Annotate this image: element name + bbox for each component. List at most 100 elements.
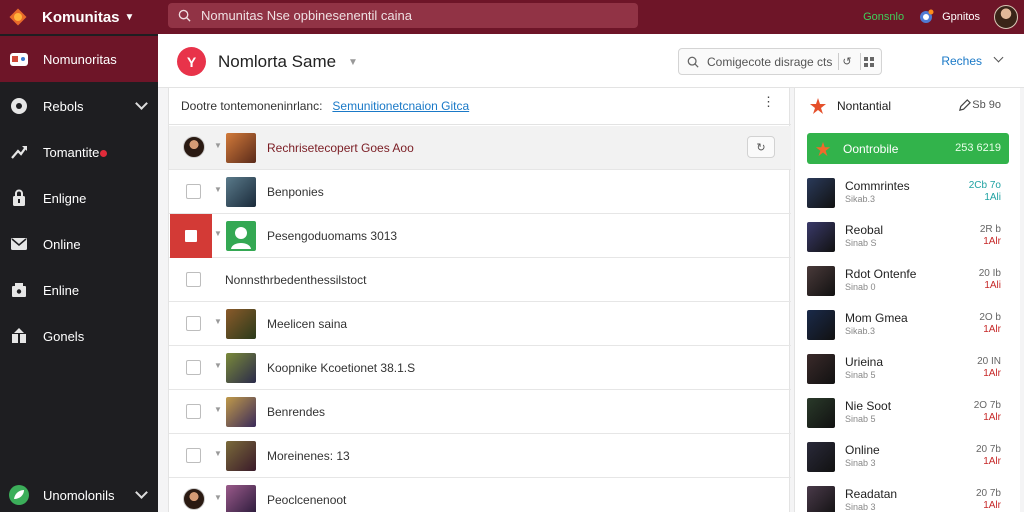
game-thumbnail [807,266,835,296]
item-subtitle: Sikab.3 [845,326,876,336]
item-value-primary: 2O b [979,312,1001,323]
row-action-button[interactable]: ↻ [747,136,775,158]
avatar [183,136,205,158]
page-header: Y Nomlorta Same ▼ Comigecote disrage cts… [158,34,1024,88]
item-value-secondary: 1Alr [983,412,1001,423]
chevron-down-icon[interactable]: ▼ [214,141,222,150]
sort-dropdown[interactable]: Reches [941,54,982,68]
user-name[interactable]: Gpnitos [942,11,980,23]
more-options-icon[interactable]: ⋮ [762,95,775,108]
item-value-primary: 20 7b [975,488,1001,499]
item-name: Urieina [845,355,884,369]
chevron-down-icon[interactable]: ▼ [214,405,222,414]
app-name: Komunitas [42,8,120,26]
leaf-icon [8,484,30,506]
trending-icon [8,141,30,163]
item-subtitle: Sinab 3 [845,502,876,512]
list-item[interactable]: Rdot Ontenfe Sinab 0 20 Ib 1Ali [795,260,1021,304]
sidebar-item-gonels[interactable]: Gonels [0,313,158,359]
table-row[interactable]: ▼ Moreinenes: 13 [169,434,791,478]
search-placeholder: Comigecote disrage cts [707,54,833,69]
item-value-primary: 2R b [979,224,1001,235]
row-checkbox[interactable] [186,316,201,331]
table-row[interactable]: ▼ Rechrisetecopert Goes Aoo ↻ [169,126,791,170]
grid-icon[interactable] [860,53,877,70]
sidebar-footer-item[interactable]: Unomolonils [0,472,158,512]
row-checkbox[interactable] [186,404,201,419]
table-row[interactable]: ▼ Meelicen saina [169,302,791,346]
notifications-icon[interactable] [918,9,934,25]
title-chevron-icon[interactable]: ▼ [348,57,358,68]
game-thumbnail [807,354,835,384]
table-row[interactable]: ▼ Peoclcenenoot [169,478,791,512]
item-name: Readatan [845,487,898,501]
row-label: Pesengoduomams 3013 [267,229,398,243]
sidebar-item-rebols[interactable]: Rebols [0,83,158,129]
community-logo-icon: Y [177,47,206,76]
highlight-banner[interactable]: Oontrobile 253 6219 [807,133,1009,164]
brand[interactable]: Komunitas ▼ [0,0,158,34]
user-avatar[interactable] [994,5,1018,29]
game-thumbnail [226,309,256,339]
item-value-primary: 20 Ib [978,268,1001,279]
list-item[interactable]: Reobal Sinab S 2R b 1Alr [795,216,1021,260]
sidebar-item-enligne[interactable]: Enligne [0,175,158,221]
item-name: Online [845,443,880,457]
filter-icon[interactable]: ↺ [838,53,855,70]
row-label: Meelicen saina [267,317,348,331]
row-label: Benrendes [267,405,326,419]
chevron-down-icon[interactable]: ▼ [214,229,222,238]
row-checkbox-selected[interactable] [170,214,212,258]
list-header-link[interactable]: Semunitionetcnaion Gitca [332,99,469,113]
sidebar-item-nomunoritas[interactable]: Nomunoritas [0,36,158,82]
list-header-text: Dootre tontemoneninrlanc: [181,99,323,113]
table-row[interactable]: ▼ Benponies [169,170,791,214]
table-row[interactable]: ▼ Pesengoduomams 3013 [169,214,791,258]
sidebar-item-label: Tomantite [43,145,108,160]
game-thumbnail [226,177,256,207]
sidebar-item-label: Online [43,236,81,252]
chevron-down-icon[interactable]: ▼ [214,493,222,502]
chevron-down-icon[interactable]: ▼ [214,449,222,458]
chevron-down-icon[interactable] [135,97,148,110]
item-subtitle: Sikab.3 [845,194,876,204]
chevron-down-icon[interactable]: ▼ [214,317,222,326]
edit-icon[interactable] [958,99,971,115]
row-checkbox[interactable] [186,184,201,199]
list-item[interactable]: Readatan Sinab 3 20 7b 1Alr [795,480,1021,512]
community-search-input[interactable]: Comigecote disrage cts ↺ [678,48,882,75]
game-thumbnail [807,442,835,472]
sidebar-item-online[interactable]: Online [0,221,158,267]
list-item[interactable]: Online Sinab 3 20 7b 1Alr [795,436,1021,480]
item-name: Rdot Ontenfe [845,267,917,281]
table-row[interactable]: Nonnsthrbedenthessilstoct [169,258,791,302]
sidebar-item-tomantite[interactable]: Tomantite [0,129,158,175]
chevron-down-icon[interactable] [135,486,148,499]
table-row[interactable]: ▼ Benrendes [169,390,791,434]
sidebar-item-label: Nomunoritas [43,51,117,67]
game-thumbnail [807,310,835,340]
table-row[interactable]: ▼ Koopnike Kcoetionet 38.1.S [169,346,791,390]
brand-chevron-down-icon[interactable]: ▼ [125,12,135,23]
chevron-down-icon[interactable]: ▼ [214,185,222,194]
row-checkbox[interactable] [186,272,201,287]
item-subtitle: Sinab 5 [845,414,876,424]
sidebar-item-enline[interactable]: Enline [0,267,158,313]
item-subtitle: Sinab 3 [845,458,876,468]
item-value-secondary: 1Alr [983,500,1001,511]
chevron-down-icon[interactable] [993,52,1004,63]
row-label: Nonnsthrbedenthessilstoct [225,273,367,287]
chevron-down-icon[interactable]: ▼ [214,361,222,370]
row-checkbox[interactable] [186,360,201,375]
item-name: Nie Soot [845,399,892,413]
game-thumbnail [226,485,256,512]
row-checkbox[interactable] [186,448,201,463]
list-item[interactable]: Urieina Sinab 5 20 IN 1Alr [795,348,1021,392]
puzzle-icon [8,325,30,347]
list-item[interactable]: Nie Soot Sinab 5 2O 7b 1Alr [795,392,1021,436]
top-bar: Komunitas ▼ Nomunitas Nse opbinesenentil… [0,0,1024,34]
list-item[interactable]: Mom Gmea Sikab.3 2O b 1Alr [795,304,1021,348]
controller-icon [8,48,30,70]
global-search-input[interactable]: Nomunitas Nse opbinesenentil caina [168,3,638,28]
list-item[interactable]: Commrintes Sikab.3 2Cb 7o 1Ali [795,172,1021,216]
